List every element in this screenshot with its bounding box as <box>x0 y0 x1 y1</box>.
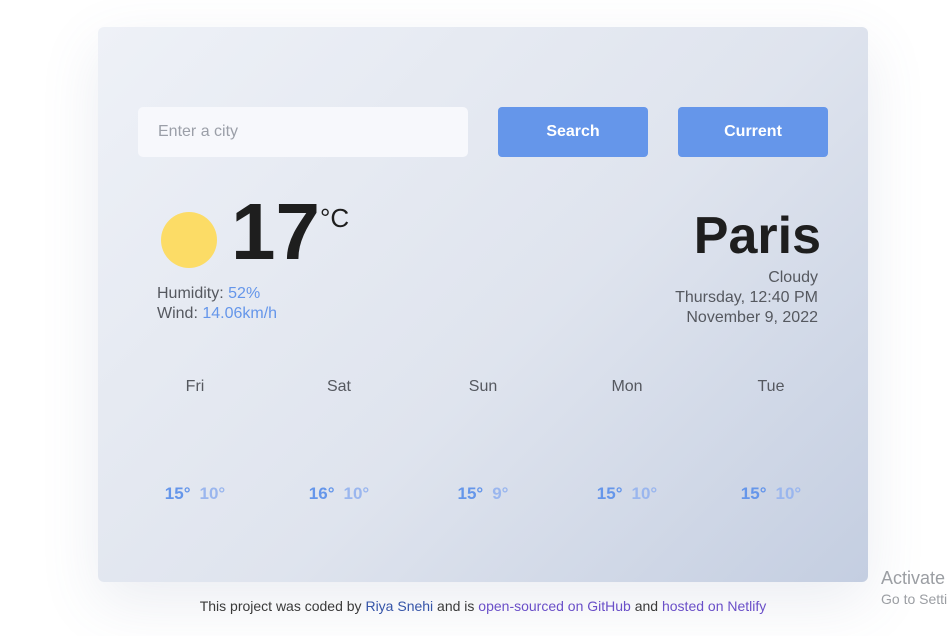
activate-windows-watermark: Activate Windows Go to Settings to activ… <box>881 567 948 609</box>
forecast-max: 16° <box>308 484 335 503</box>
sun-icon <box>161 212 217 268</box>
humidity: Humidity: 52% <box>157 285 260 303</box>
forecast-day-name: Sun <box>468 378 498 395</box>
wind-label: Wind: <box>157 305 198 322</box>
search-button[interactable]: Search <box>498 107 648 157</box>
author-link[interactable]: Riya Snehi <box>365 598 433 614</box>
city-name: Paris <box>693 207 821 265</box>
forecast-max: 15° <box>164 484 191 503</box>
forecast-min: 10° <box>199 484 226 503</box>
forecast-temps: 15° 10° <box>555 484 699 504</box>
footer-text: This project was coded by <box>199 598 366 614</box>
github-link[interactable]: open-sourced on GitHub <box>478 598 631 614</box>
netlify-link[interactable]: hosted on Netlify <box>662 598 766 614</box>
footer-text: and is <box>433 598 479 614</box>
forecast-day: Mon 15° 10° <box>555 377 699 517</box>
date: November 9, 2022 <box>686 309 818 326</box>
forecast-day-name: Tue <box>757 378 785 395</box>
forecast-max: 15° <box>596 484 623 503</box>
forecast-temps: 15° 9° <box>411 484 555 504</box>
watermark-subtitle: Go to Settings to activate Windows. <box>881 591 948 607</box>
forecast: Fri 15° 10° Sat 16° 10° Sun 15° 9° Mon 1… <box>123 377 843 517</box>
forecast-temps: 16° 10° <box>267 484 411 504</box>
humidity-label: Humidity: <box>157 285 224 302</box>
forecast-day-name: Mon <box>611 378 643 395</box>
footer-text: and <box>630 598 662 614</box>
current-temperature: 17 <box>231 187 320 276</box>
forecast-temps: 15° 10° <box>123 484 267 504</box>
watermark-title: Activate Windows <box>881 568 948 588</box>
forecast-max: 15° <box>457 484 484 503</box>
forecast-day: Sun 15° 9° <box>411 377 555 517</box>
forecast-min: 10° <box>631 484 658 503</box>
forecast-min: 10° <box>343 484 370 503</box>
forecast-day: Tue 15° 10° <box>699 377 843 517</box>
forecast-day-name: Fri <box>185 378 205 395</box>
forecast-day: Fri 15° 10° <box>123 377 267 517</box>
humidity-value: 52% <box>228 285 261 302</box>
current-location-button[interactable]: Current <box>678 107 828 157</box>
wind-value: 14.06km/h <box>202 305 278 322</box>
page: Search Current 17 °C Humidity: 52% Wind:… <box>0 0 948 636</box>
temperature-unit: °C <box>320 203 350 233</box>
forecast-min: 9° <box>492 484 509 503</box>
weather-card: Search Current 17 °C Humidity: 52% Wind:… <box>98 27 868 582</box>
forecast-max: 15° <box>740 484 767 503</box>
forecast-day: Sat 16° 10° <box>267 377 411 517</box>
forecast-temps: 15° 10° <box>699 484 843 504</box>
wind: Wind: 14.06km/h <box>157 305 277 323</box>
forecast-min: 10° <box>775 484 802 503</box>
day-time: Thursday, 12:40 PM <box>675 289 818 306</box>
weather-description: Cloudy <box>768 269 818 286</box>
forecast-day-name: Sat <box>326 378 351 395</box>
city-search-input[interactable] <box>138 107 468 157</box>
footer: This project was coded by Riya Snehi and… <box>0 598 948 614</box>
